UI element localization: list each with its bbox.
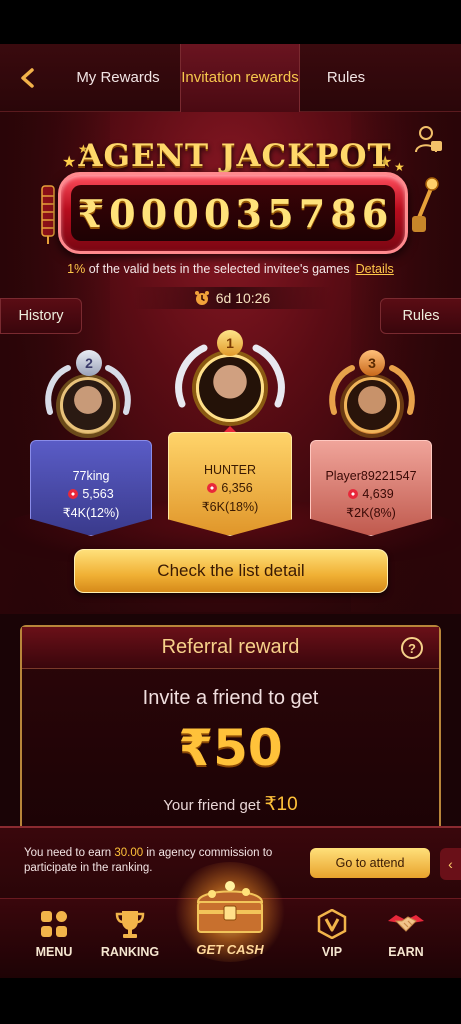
leader-card-rank-1[interactable]: HUNTER 6,356 ₹6K(18%) xyxy=(168,432,292,536)
leader-name: Player89221547 xyxy=(325,469,417,483)
menu-grid-icon xyxy=(41,911,67,937)
help-icon[interactable]: ? xyxy=(401,637,423,659)
banner-text-pre: You need to earn xyxy=(24,847,115,859)
jackpot-title: AGENT JACKPOT xyxy=(78,138,392,174)
check-list-detail-button[interactable]: Check the list detail xyxy=(74,549,388,593)
jackpot-digit: 3 xyxy=(235,190,262,236)
top-nav: My Rewards Invitation rewards Rules xyxy=(0,43,461,112)
leader-score-value: 6,356 xyxy=(221,481,253,495)
countdown-value: 6d 10:26 xyxy=(215,290,271,306)
nav-get-cash[interactable]: GET CASH xyxy=(160,862,300,974)
nav-vip[interactable]: VIP xyxy=(292,909,372,959)
trophy-icon xyxy=(115,911,145,938)
lever-icon xyxy=(412,177,439,232)
tab-invitation-rewards[interactable]: Invitation rewards xyxy=(180,43,300,112)
leader-score: 5,563 xyxy=(31,487,151,501)
system-nav-bar xyxy=(0,978,461,1024)
nav-menu[interactable]: MENU xyxy=(14,909,94,959)
jackpot-note-text: of the valid bets in the selected invite… xyxy=(85,262,350,276)
details-link[interactable]: Details xyxy=(356,262,394,276)
app-root: My Rewards Invitation rewards Rules ★ ★ … xyxy=(0,0,461,1024)
nav-label: RANKING xyxy=(100,945,160,959)
chevron-left-icon xyxy=(21,67,34,88)
jackpot-digit: 7 xyxy=(298,190,326,236)
avatar xyxy=(60,377,116,433)
back-button[interactable] xyxy=(0,44,56,112)
leader-score-value: 4,639 xyxy=(362,487,394,501)
leader-reward: ₹6K(18%) xyxy=(201,500,259,514)
rank-badge: 2 xyxy=(76,350,102,376)
gem-icon xyxy=(68,489,79,499)
nav-label: EARN xyxy=(388,945,424,959)
referral-title: Referral reward xyxy=(161,636,300,658)
leader-card-rank-3[interactable]: Player89221547 4,639 ₹2K(8%) xyxy=(310,440,432,536)
leader-score: 6,356 xyxy=(169,481,291,495)
leader-reward: ₹4K(12%) xyxy=(62,506,120,520)
leader-name: HUNTER xyxy=(203,463,257,477)
rank-badge: 1 xyxy=(217,330,243,356)
avatar xyxy=(344,377,400,433)
jackpot-note: 1% of the valid bets in the selected inv… xyxy=(0,262,461,276)
status-bar xyxy=(0,0,461,44)
handshake-icon xyxy=(388,915,424,932)
tab-my-rewards[interactable]: My Rewards xyxy=(56,44,180,112)
jackpot-digit: 0 xyxy=(109,190,136,236)
countdown-timer: 6d 10:26 xyxy=(132,287,332,309)
nav-label: MENU xyxy=(35,945,73,959)
leader-card-rank-2[interactable]: 77king 5,563 ₹4K(12%) xyxy=(30,440,152,536)
referral-friend-amount: ₹10 xyxy=(264,794,298,815)
jackpot-note-percent: 1% xyxy=(67,262,86,276)
jackpot-digit: 5 xyxy=(267,190,294,236)
jackpot-currency: ₹ xyxy=(77,190,105,236)
avatar xyxy=(196,354,264,422)
jackpot-digit: 8 xyxy=(330,190,357,236)
collapse-arrow-icon[interactable]: ‹ xyxy=(440,848,461,880)
go-to-attend-button[interactable]: Go to attend xyxy=(310,848,430,878)
tab-rules[interactable]: Rules xyxy=(300,44,392,112)
leader-score-value: 5,563 xyxy=(82,487,114,501)
jackpot-digit: 0 xyxy=(203,190,231,236)
referral-invite-text: Invite a friend to get xyxy=(142,687,319,709)
jackpot-digit: 6 xyxy=(361,190,389,236)
agent-profile-icon[interactable] xyxy=(414,124,444,156)
nav-label: GET CASH xyxy=(196,942,264,957)
referral-amount: ₹50 xyxy=(178,719,283,777)
jackpot-digit: 0 xyxy=(140,190,168,236)
referral-friend-line: Your friend get ₹10 xyxy=(22,793,439,816)
jackpot-digits: ₹ 0 0 0 0 3 5 7 8 6 xyxy=(71,185,395,241)
nav-earn[interactable]: EARN xyxy=(366,909,446,959)
referral-friend-text: Your friend get xyxy=(163,797,265,814)
rules-button[interactable]: Rules xyxy=(380,298,461,334)
spring-icon xyxy=(41,185,55,244)
rank-badge: 3 xyxy=(359,350,385,376)
vip-badge-icon xyxy=(317,909,347,939)
history-button[interactable]: History xyxy=(0,298,82,334)
gem-icon xyxy=(207,483,218,493)
leader-name: 77king xyxy=(72,469,110,483)
jackpot-digit: 0 xyxy=(172,190,199,236)
banner-text-value: 30.00 xyxy=(114,847,144,859)
gem-icon xyxy=(348,489,359,499)
alarm-clock-icon xyxy=(194,291,209,305)
leader-score: 4,639 xyxy=(311,487,431,501)
nav-label: VIP xyxy=(321,945,343,959)
leader-reward: ₹2K(8%) xyxy=(346,506,396,520)
referral-header: Referral reward ? xyxy=(22,627,439,669)
referral-reward-card: Referral reward ? Invite a friend to get… xyxy=(20,625,441,835)
section-divider xyxy=(0,612,461,614)
jackpot-counter: ₹ 0 0 0 0 3 5 7 8 6 xyxy=(58,172,408,254)
treasure-chest-icon xyxy=(196,881,264,933)
nav-ranking[interactable]: RANKING xyxy=(90,909,170,959)
